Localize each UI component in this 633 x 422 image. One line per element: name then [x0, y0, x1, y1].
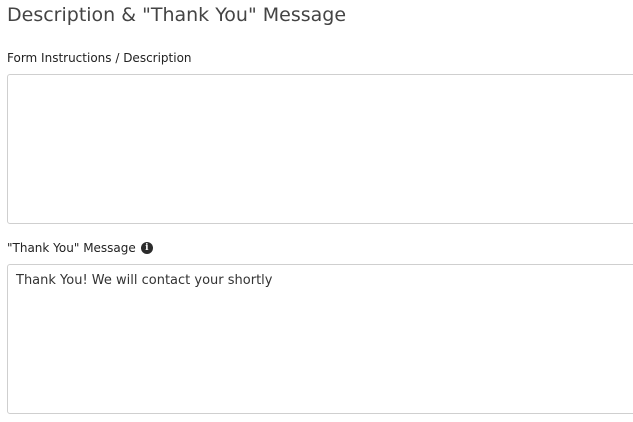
description-textarea[interactable] — [7, 74, 633, 224]
thank-you-textarea[interactable]: Thank You! We will contact your shortly — [7, 264, 633, 414]
info-icon[interactable]: i — [140, 242, 153, 254]
description-label: Form Instructions / Description — [7, 51, 192, 65]
section-title: Description & "Thank You" Message — [7, 4, 347, 26]
description-label-text: Form Instructions / Description — [7, 51, 192, 65]
thank-you-label: "Thank You" Message i — [7, 241, 153, 255]
description-thank-you-section: Description & "Thank You" Message Form I… — [0, 0, 633, 422]
thank-you-label-text: "Thank You" Message — [7, 241, 136, 255]
